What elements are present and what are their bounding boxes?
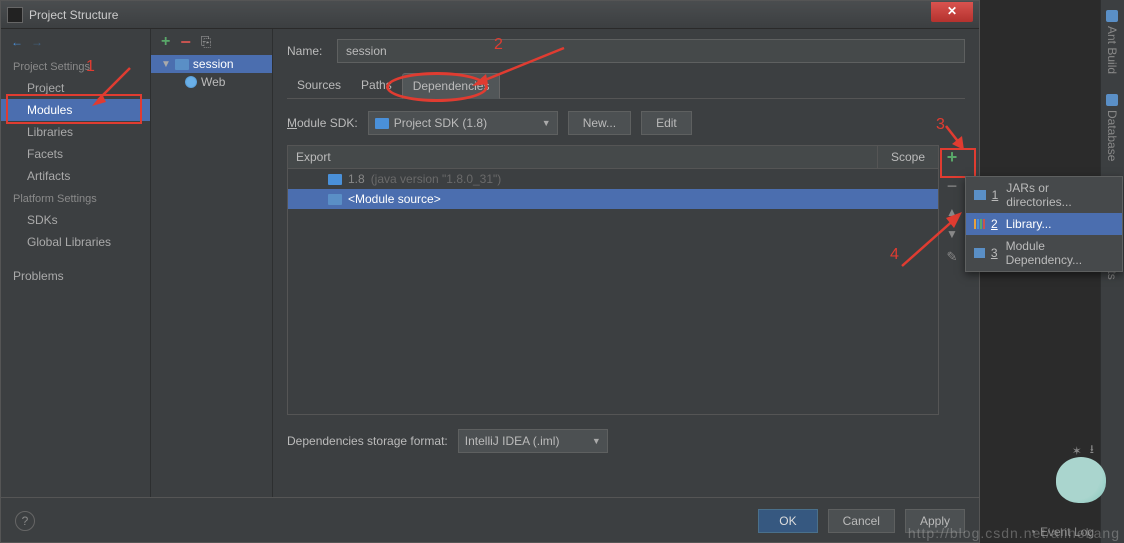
tree-facet-web[interactable]: Web xyxy=(151,73,272,91)
sidebar-item-global-libraries[interactable]: Global Libraries xyxy=(1,231,150,253)
sidebar-item-project[interactable]: Project xyxy=(1,77,150,99)
settings-icon[interactable]: ✶ xyxy=(1072,444,1082,458)
section-platform-settings: Platform Settings xyxy=(1,187,150,209)
module-name-input[interactable] xyxy=(337,39,965,63)
storage-value: IntelliJ IDEA (.iml) xyxy=(465,434,560,448)
window-title: Project Structure xyxy=(29,8,118,22)
watermark: http://blog.csdn.net/alinekang xyxy=(908,525,1120,541)
add-module-icon[interactable]: + xyxy=(161,33,170,51)
project-structure-dialog: Project Structure ✕ ← → Project Settings… xyxy=(0,0,980,543)
popup-library-label: Library... xyxy=(1006,217,1052,231)
forward-icon[interactable]: → xyxy=(31,35,43,49)
edit-dependency-icon[interactable]: ✎ xyxy=(947,249,958,265)
gutter-database[interactable]: Database xyxy=(1101,84,1123,171)
library-icon xyxy=(974,219,985,229)
popup-jars[interactable]: 1 JARs or directories... xyxy=(966,177,1122,213)
col-scope: Scope xyxy=(878,146,938,168)
remove-dependency-button[interactable]: − xyxy=(947,176,958,197)
database-icon xyxy=(1106,94,1118,106)
dep-source-label: <Module source> xyxy=(348,192,441,206)
popup-module-dep-label: Module Dependency... xyxy=(1006,239,1114,267)
copy-icon[interactable]: ⎘ xyxy=(201,34,211,50)
module-sdk-combo[interactable]: Project SDK (1.8) xyxy=(368,111,558,135)
module-dep-icon xyxy=(974,248,985,258)
storage-format-combo[interactable]: IntelliJ IDEA (.iml) xyxy=(458,429,608,453)
move-up-icon[interactable]: ▲ xyxy=(946,205,958,219)
col-export: Export xyxy=(288,146,878,168)
jdk-icon xyxy=(328,174,342,185)
sidebar-item-modules[interactable]: Modules xyxy=(1,99,150,121)
cancel-button[interactable]: Cancel xyxy=(828,509,895,533)
close-button[interactable]: ✕ xyxy=(931,2,973,22)
dialog-footer: ? OK Cancel Apply xyxy=(1,497,979,543)
popup-jars-label: JARs or directories... xyxy=(1006,181,1114,209)
gutter-ant[interactable]: Ant Build xyxy=(1101,0,1123,84)
sidebar-item-libraries[interactable]: Libraries xyxy=(1,121,150,143)
module-tree: + − ⎘ ▼ session Web xyxy=(151,29,273,497)
dependencies-table: Export Scope 1.8 (java version "1.8.0_31… xyxy=(287,145,939,415)
dep-side-tools: + − ▲ ▼ ✎ xyxy=(939,145,965,415)
app-icon xyxy=(7,7,23,23)
expand-icon[interactable]: ▼ xyxy=(161,59,171,70)
module-sdk-label: Module SDK: xyxy=(287,116,358,130)
add-dependency-popup: 1 JARs or directories... 2 Library... 3 … xyxy=(965,176,1123,272)
tab-dependencies[interactable]: Dependencies xyxy=(402,73,501,99)
web-icon xyxy=(185,76,197,88)
tab-sources[interactable]: Sources xyxy=(287,73,351,98)
ok-button[interactable]: OK xyxy=(758,509,817,533)
back-icon[interactable]: ← xyxy=(11,35,23,49)
jars-icon xyxy=(974,190,986,200)
sidebar-item-facets[interactable]: Facets xyxy=(1,143,150,165)
storage-label: Dependencies storage format: xyxy=(287,434,448,448)
tree-facet-label: Web xyxy=(201,75,225,89)
name-label: Name: xyxy=(287,44,337,58)
dep-row-jdk[interactable]: 1.8 (java version "1.8.0_31") xyxy=(288,169,938,189)
main-panel: Name: Sources Paths Dependencies Module … xyxy=(273,29,979,497)
section-project-settings: Project Settings xyxy=(1,55,150,77)
sdk-icon xyxy=(375,118,389,129)
popup-module-dep[interactable]: 3 Module Dependency... xyxy=(966,235,1122,271)
add-dependency-button[interactable]: + xyxy=(947,147,958,168)
dep-row-module-source[interactable]: <Module source> xyxy=(288,189,938,209)
source-icon xyxy=(328,194,342,205)
dep-jdk-label: 1.8 xyxy=(348,172,365,186)
module-tabs: Sources Paths Dependencies xyxy=(287,73,965,99)
new-sdk-button[interactable]: New... xyxy=(568,111,631,135)
module-icon xyxy=(175,59,189,70)
help-button[interactable]: ? xyxy=(15,511,35,531)
tab-paths[interactable]: Paths xyxy=(351,73,402,98)
popup-library[interactable]: 2 Library... xyxy=(966,213,1122,235)
mascot-icon xyxy=(1056,457,1106,503)
remove-module-icon[interactable]: − xyxy=(180,32,191,53)
ant-icon xyxy=(1106,10,1118,22)
tree-module-session[interactable]: ▼ session xyxy=(151,55,272,73)
tree-module-label: session xyxy=(193,57,234,71)
edit-sdk-button[interactable]: Edit xyxy=(641,111,692,135)
sidebar-item-artifacts[interactable]: Artifacts xyxy=(1,165,150,187)
dep-jdk-dim: (java version "1.8.0_31") xyxy=(371,172,502,186)
sidebar-item-problems[interactable]: Problems xyxy=(1,265,150,287)
titlebar: Project Structure ✕ xyxy=(1,1,979,29)
nav-arrows: ← → xyxy=(1,29,150,55)
move-down-icon[interactable]: ▼ xyxy=(946,227,958,241)
settings-sidebar: ← → Project Settings Project Modules Lib… xyxy=(1,29,151,497)
module-sdk-value: Project SDK (1.8) xyxy=(394,116,487,130)
sidebar-item-sdks[interactable]: SDKs xyxy=(1,209,150,231)
